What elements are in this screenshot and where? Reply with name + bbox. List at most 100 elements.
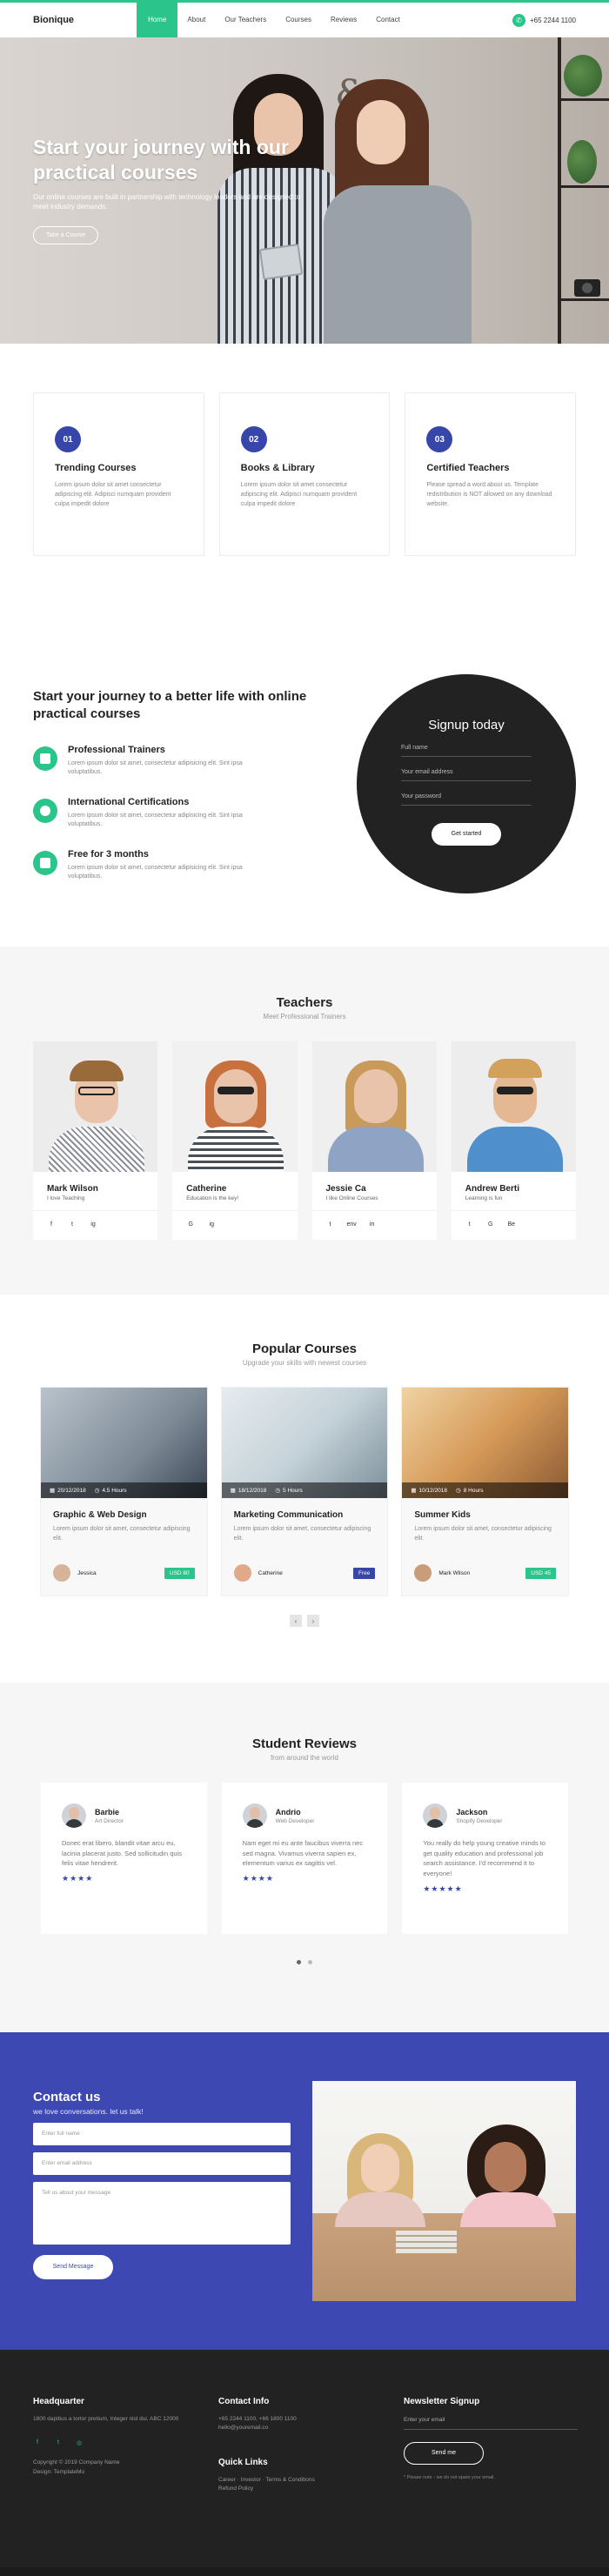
fullname-input[interactable]: Full name bbox=[401, 745, 532, 757]
course-date: 10/12/2018 bbox=[418, 1487, 448, 1494]
course-author: Catherine bbox=[258, 1569, 283, 1576]
footer-newsletter: Newsletter Signup Enter your email Send … bbox=[404, 2397, 578, 2480]
carousel-dot[interactable] bbox=[297, 1960, 301, 1964]
next-page-button[interactable]: › bbox=[307, 1615, 319, 1627]
send-message-button[interactable]: Send Message bbox=[33, 2255, 113, 2279]
twitter-icon[interactable]: t bbox=[54, 2439, 63, 2446]
review-text: Nam eget mi eu ante faucibus viverra nec… bbox=[242, 1839, 364, 1868]
course-card[interactable]: ▦ 20/12/2018 ◷ 4.5 Hours Graphic & Web D… bbox=[41, 1388, 207, 1596]
review-text: Donec erat libero, blandit vitae arcu eu… bbox=[62, 1839, 182, 1868]
footer-headquarter: Headquarter 1800 dapibus a tortor pretiu… bbox=[33, 2397, 190, 2477]
nav-about[interactable]: About bbox=[177, 3, 215, 37]
course-meta: ▦ 20/12/2018 ◷ 4.5 Hours bbox=[41, 1482, 207, 1498]
nav-home[interactable]: Home bbox=[137, 3, 178, 37]
reviewer-avatar bbox=[423, 1803, 448, 1828]
teacher-photo bbox=[451, 1041, 576, 1172]
header-phone[interactable]: ✆ +65 2244 1100 bbox=[512, 13, 576, 27]
hero-content: Start your journey with our practical co… bbox=[33, 135, 329, 244]
twitter-icon[interactable]: t bbox=[465, 1221, 474, 1228]
reviewer-role: Shopify Developer bbox=[456, 1817, 503, 1824]
prev-page-button[interactable]: ‹ bbox=[290, 1615, 302, 1627]
email-input[interactable]: Your email address bbox=[401, 769, 532, 781]
email-field[interactable]: Enter email address bbox=[33, 2152, 291, 2175]
teacher-name: Andrew Berti bbox=[465, 1184, 519, 1194]
course-card[interactable]: ▦ 18/12/2018 ◷ 5 Hours Marketing Communi… bbox=[221, 1388, 388, 1596]
clock-icon: ◷ bbox=[275, 1488, 281, 1494]
feature-number-badge: 01 bbox=[55, 426, 81, 452]
review-card: Jackson Shopify Developer You really do … bbox=[402, 1783, 569, 1934]
course-description: Lorem ipsum dolor sit amet, consectetur … bbox=[233, 1526, 371, 1542]
feature-card: 03 Certified Teachers Please spread a wo… bbox=[405, 392, 577, 556]
carousel-dot[interactable] bbox=[308, 1960, 312, 1964]
nav-contact[interactable]: Contact bbox=[366, 3, 410, 37]
envelope-icon[interactable]: env bbox=[347, 1221, 357, 1228]
journey-item-desc: Lorem ipsum dolor sit amet, consectetur … bbox=[68, 759, 243, 776]
name-field[interactable]: Enter full name bbox=[33, 2123, 291, 2145]
get-started-button[interactable]: Get started bbox=[432, 823, 501, 846]
instagram-icon[interactable]: ig bbox=[207, 1221, 216, 1228]
behance-icon[interactable]: Be bbox=[507, 1221, 516, 1228]
hero-banner: & Start your journey with our practical … bbox=[0, 37, 609, 344]
teachers-subtitle: Meet Professional Trainers bbox=[263, 1013, 346, 1020]
twitter-icon[interactable]: t bbox=[68, 1221, 77, 1228]
carousel-dots bbox=[0, 1960, 609, 1964]
take-course-button[interactable]: Take a Course bbox=[33, 225, 99, 244]
course-hours: 4.5 Hours bbox=[102, 1487, 127, 1494]
instagram-icon[interactable]: ◎ bbox=[75, 2439, 84, 2446]
footer-quick-links[interactable]: Career · Investor · Terms & Conditions bbox=[218, 2476, 375, 2485]
nav-courses[interactable]: Courses bbox=[276, 3, 321, 37]
site-header: Bionique Home About Our Teachers Courses… bbox=[0, 3, 609, 37]
footer-refund-link[interactable]: Refund Policy bbox=[218, 2485, 375, 2493]
course-title: Graphic & Web Design bbox=[53, 1510, 147, 1520]
footer-social: f t ◎ bbox=[33, 2439, 190, 2446]
calendar-icon: ▦ bbox=[50, 1488, 56, 1494]
google-icon[interactable]: G bbox=[486, 1221, 495, 1228]
journey-item-desc: Lorem ipsum dolor sit amet, consectetur … bbox=[68, 812, 243, 828]
message-textarea[interactable]: Tell us about your message bbox=[33, 2182, 291, 2245]
course-meta: ▦ 18/12/2018 ◷ 5 Hours bbox=[221, 1482, 388, 1498]
courses-pager: ‹ › bbox=[0, 1615, 609, 1627]
reviewer-avatar bbox=[242, 1803, 267, 1828]
teacher-photo bbox=[33, 1041, 158, 1172]
feature-title: Trending Courses bbox=[55, 463, 137, 473]
camera-decoration bbox=[574, 279, 600, 297]
password-input[interactable]: Your password bbox=[401, 793, 532, 806]
footer-hq-title: Headquarter bbox=[33, 2397, 84, 2406]
google-icon[interactable]: G bbox=[186, 1221, 195, 1228]
facebook-icon[interactable]: f bbox=[33, 2439, 42, 2446]
journey-section: Start your journey to a better life with… bbox=[0, 620, 609, 947]
send-me-button[interactable]: Send me bbox=[404, 2442, 484, 2465]
course-photo: ▦ 18/12/2018 ◷ 5 Hours bbox=[221, 1388, 388, 1498]
reviewer-role: Web Developer bbox=[275, 1817, 315, 1824]
feature-number-badge: 02 bbox=[240, 426, 267, 452]
footer-copyright: Copyright © 2019 Company Name bbox=[33, 2459, 120, 2466]
tablet-image bbox=[258, 243, 304, 281]
footer-email[interactable]: hello@youremail.co bbox=[218, 2424, 375, 2432]
nav-teachers[interactable]: Our Teachers bbox=[215, 3, 276, 37]
course-card[interactable]: ▦ 10/12/2018 ◷ 8 Hours Summer Kids Lorem… bbox=[402, 1388, 569, 1596]
course-hours: 8 Hours bbox=[463, 1487, 484, 1494]
linkedin-icon[interactable]: in bbox=[368, 1221, 377, 1228]
contact-photo bbox=[312, 2081, 576, 2301]
footer-phone[interactable]: +65 2244 1100, +66 1800 1100 bbox=[218, 2415, 375, 2424]
hero-title: Start your journey with our practical co… bbox=[33, 136, 289, 184]
course-description: Lorem ipsum dolor sit amet, consectetur … bbox=[53, 1526, 191, 1542]
main-nav: Home About Our Teachers Courses Reviews … bbox=[137, 3, 410, 37]
brand-logo[interactable]: Bionique bbox=[33, 15, 74, 25]
courses-subtitle: Upgrade your skills with newest courses bbox=[242, 1359, 367, 1367]
instagram-icon[interactable]: ig bbox=[89, 1221, 97, 1228]
footer-design-credit[interactable]: Design: TemplateMo bbox=[33, 2468, 190, 2477]
teacher-name: Catherine bbox=[186, 1184, 227, 1194]
course-date: 18/12/2018 bbox=[238, 1487, 267, 1494]
newsletter-email-input[interactable]: Enter your email bbox=[404, 2417, 578, 2430]
twitter-icon[interactable]: t bbox=[326, 1221, 335, 1228]
facebook-icon[interactable]: f bbox=[47, 1221, 56, 1228]
teacher-photo bbox=[311, 1041, 437, 1172]
reviewer-avatar bbox=[62, 1803, 86, 1828]
calendar-icon: ▦ bbox=[230, 1488, 236, 1494]
clock-icon: ◷ bbox=[94, 1488, 100, 1494]
reviews-subtitle: from around the world bbox=[271, 1754, 338, 1762]
nav-reviews[interactable]: Reviews bbox=[321, 3, 366, 37]
feature-card: 01 Trending Courses Lorem ipsum dolor si… bbox=[33, 392, 204, 556]
shelf-decoration bbox=[531, 37, 609, 344]
